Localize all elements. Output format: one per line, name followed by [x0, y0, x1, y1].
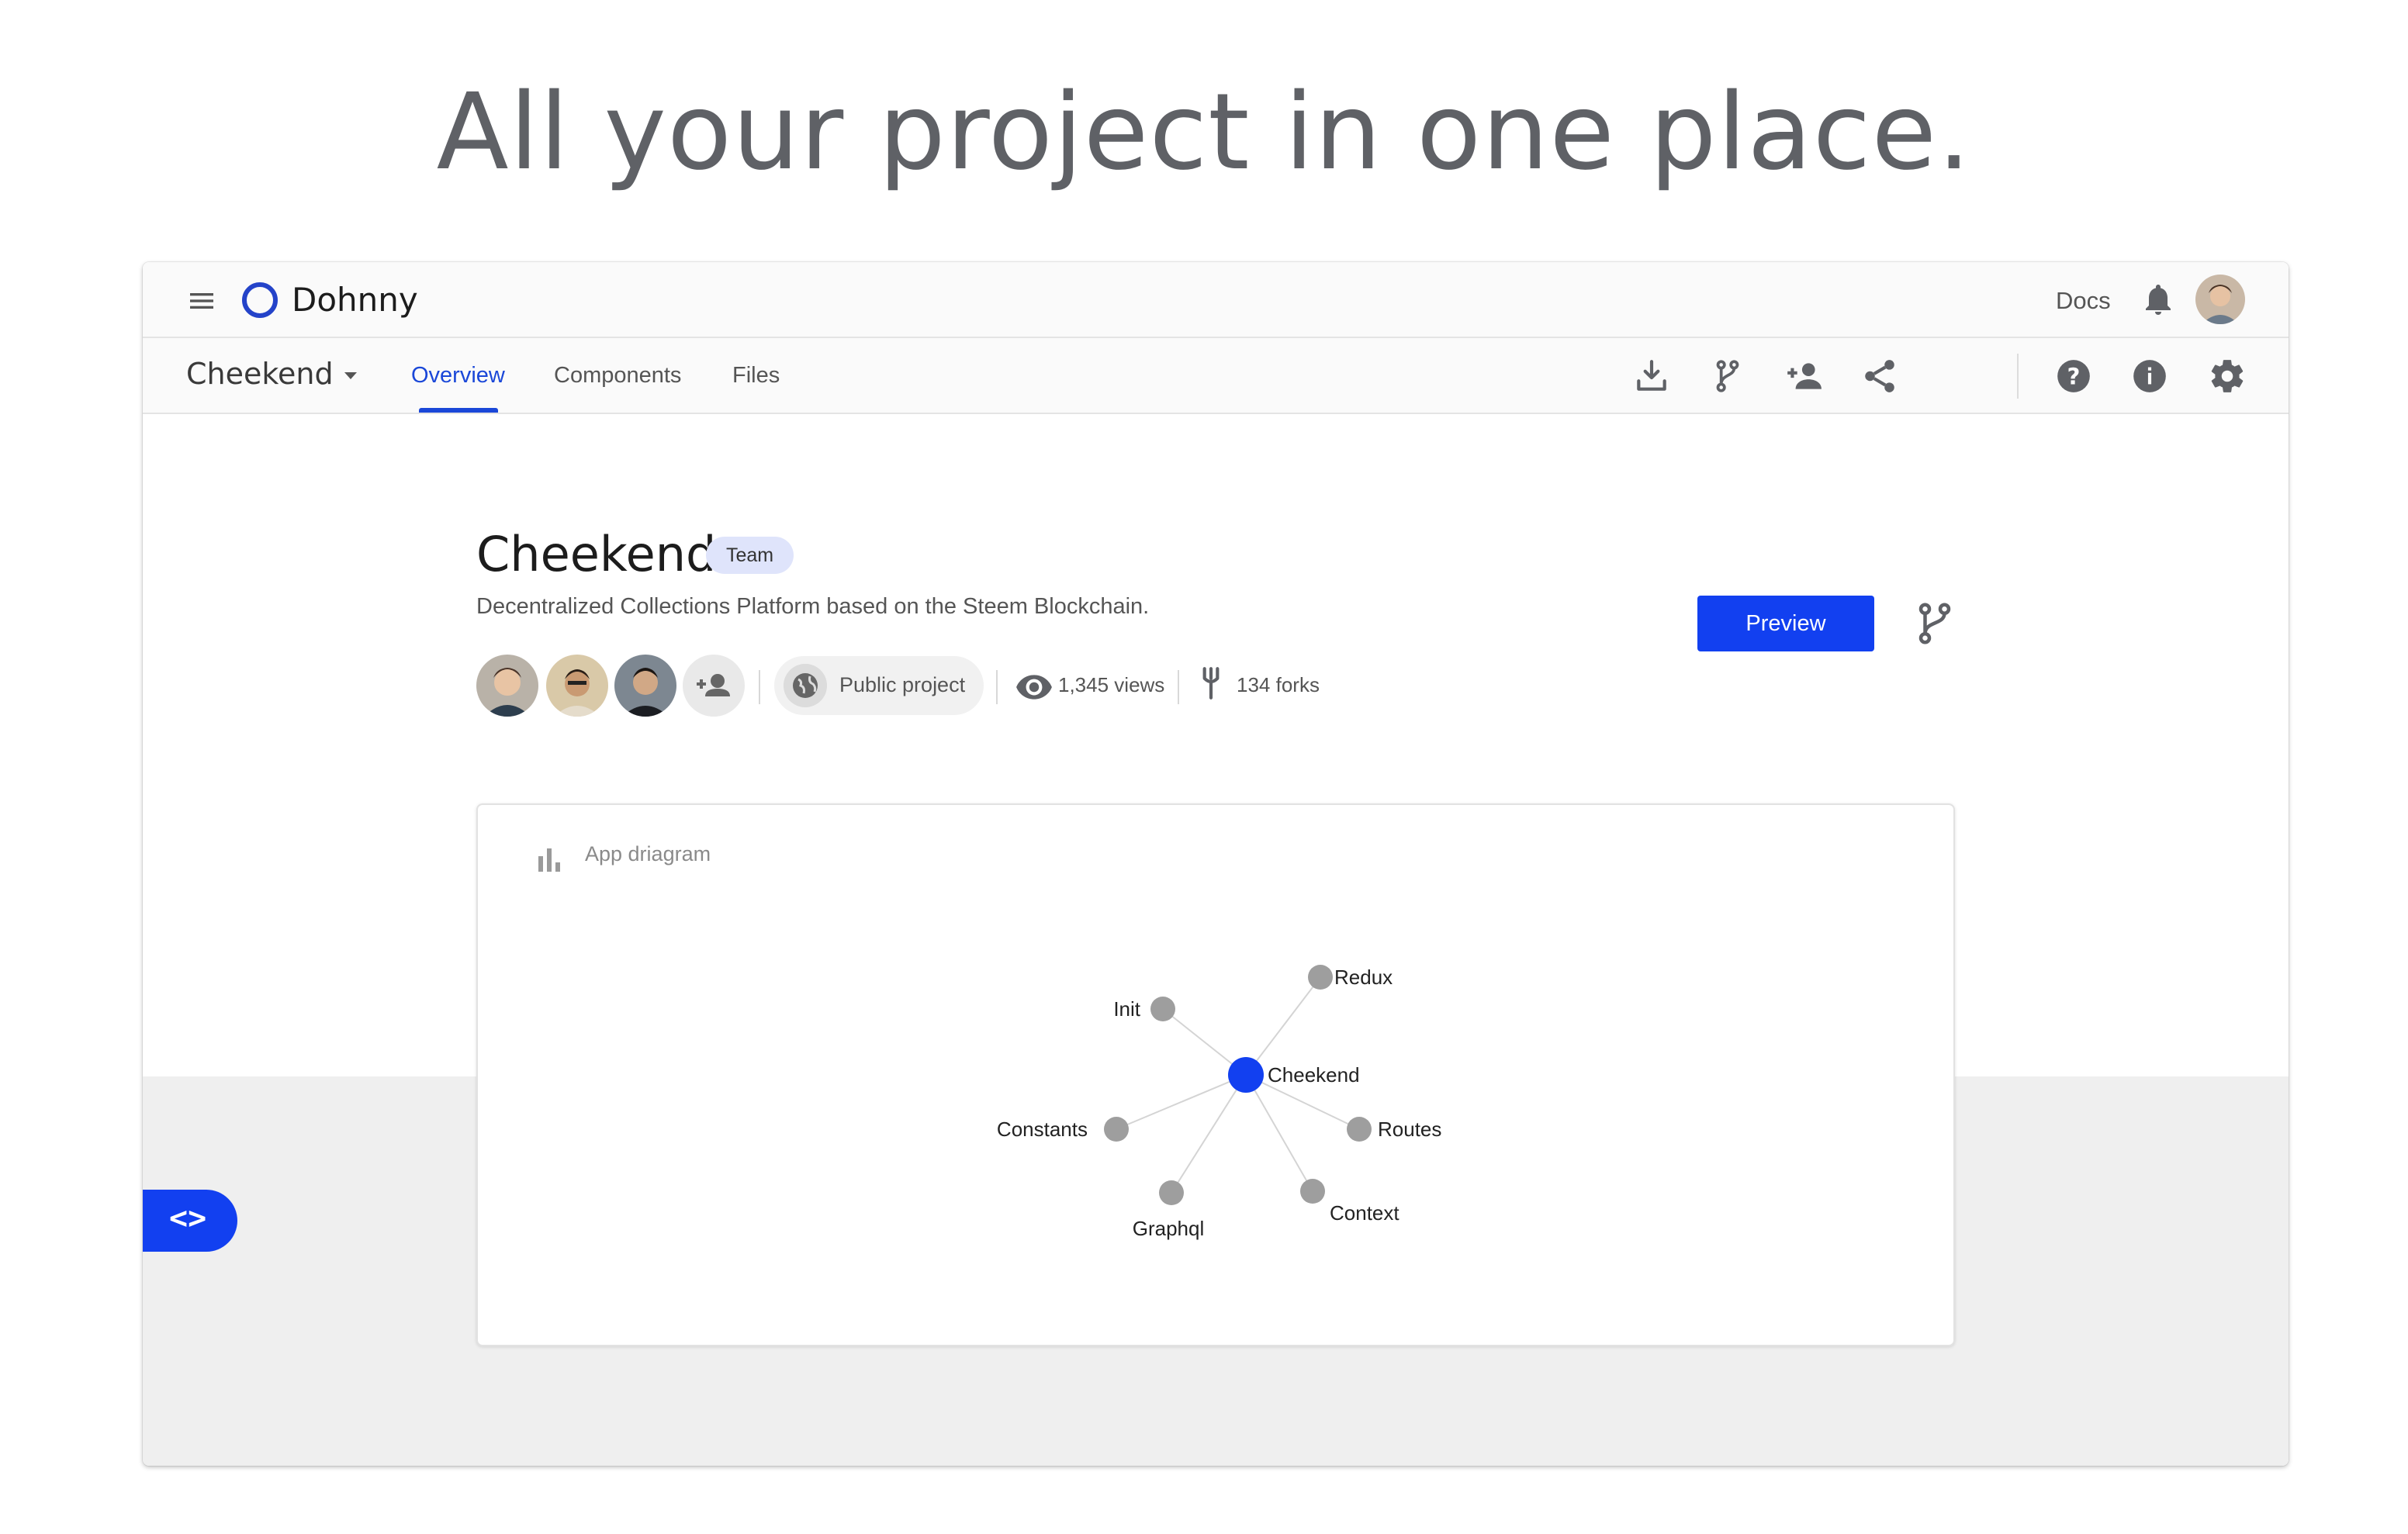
preview-button[interactable]: Preview: [1697, 596, 1874, 651]
graph-edge: [1245, 1074, 1313, 1192]
top-bar: Dohnny Docs: [143, 262, 2289, 338]
member-avatar[interactable]: [546, 655, 608, 717]
member-avatar[interactable]: [476, 655, 538, 717]
branch-icon[interactable]: [1708, 357, 1747, 396]
docs-link[interactable]: Docs: [2056, 287, 2111, 315]
graph-node-graphql[interactable]: [1159, 1180, 1184, 1205]
brand-name: Dohnny: [292, 281, 418, 319]
graph-edge: [1245, 976, 1321, 1076]
info-icon[interactable]: [2130, 357, 2169, 396]
project-switcher-label: Cheekend: [186, 357, 334, 391]
project-switcher[interactable]: Cheekend: [186, 357, 357, 391]
team-badge: Team: [706, 537, 794, 574]
branch-icon[interactable]: [1912, 600, 1958, 647]
forks-count: 134 forks: [1237, 673, 1320, 696]
graph-node-center[interactable]: [1228, 1057, 1264, 1093]
download-icon[interactable]: [1632, 357, 1671, 396]
visibility-chip[interactable]: Public project: [774, 656, 984, 715]
divider: [1178, 670, 1179, 704]
fork-icon: [1202, 667, 1220, 700]
hero-title: All your project in one place.: [436, 71, 1972, 194]
tab-overview[interactable]: Overview: [411, 363, 505, 389]
project-toolbar: Cheekend Overview Components Files ?: [143, 338, 2289, 414]
help-icon[interactable]: ?: [2054, 357, 2093, 396]
toolbar-divider: [2017, 354, 2019, 399]
graph-node-label: Redux: [1334, 966, 1393, 989]
add-person-icon[interactable]: [1784, 357, 1823, 396]
tab-components[interactable]: Components: [554, 363, 681, 389]
graph-node-label: Init: [1113, 997, 1140, 1021]
graph-node-label: Routes: [1378, 1118, 1441, 1141]
code-icon: <>: [169, 1201, 207, 1236]
share-icon[interactable]: [1860, 357, 1899, 396]
bell-icon[interactable]: [2140, 281, 2177, 318]
graph-node-label: Graphql: [1133, 1217, 1205, 1240]
graph-node-constants[interactable]: [1104, 1117, 1129, 1142]
views-count: 1,345 views: [1058, 673, 1165, 696]
add-member-icon[interactable]: [683, 655, 745, 717]
active-tab-indicator: [419, 408, 498, 413]
divider: [759, 670, 760, 704]
graph-node-init[interactable]: [1150, 997, 1175, 1021]
menu-icon[interactable]: [186, 285, 217, 316]
divider: [996, 670, 998, 704]
visibility-label: Public project: [839, 673, 966, 696]
graph-node-label: Constants: [997, 1118, 1088, 1141]
diagram-card: App driagram Redux Init Constants Routes Gra…: [476, 803, 1955, 1346]
graph-edge: [1116, 1074, 1247, 1130]
code-toggle-button[interactable]: <>: [143, 1190, 237, 1252]
app-window: Dohnny Docs Cheekend Overview Components…: [143, 262, 2289, 1466]
app-diagram-graph[interactable]: Redux Init Constants Routes Graphql Context Ch…: [478, 805, 1956, 1348]
caret-down-icon: [344, 371, 357, 379]
graph-node-routes[interactable]: [1347, 1117, 1372, 1142]
graph-node-label: Context: [1330, 1201, 1399, 1225]
graph-node-context[interactable]: [1300, 1179, 1325, 1204]
tab-files[interactable]: Files: [732, 363, 780, 389]
svg-text:?: ?: [2067, 363, 2081, 389]
user-avatar[interactable]: [2195, 275, 2245, 324]
globe-icon: [784, 664, 827, 707]
graph-edge: [1171, 1074, 1247, 1194]
graph-node-label: Cheekend: [1268, 1063, 1360, 1087]
graph-node-redux[interactable]: [1308, 965, 1333, 990]
project-title: Cheekend: [476, 526, 717, 582]
project-description: Decentralized Collections Platform based…: [476, 594, 1150, 619]
settings-icon[interactable]: [2208, 357, 2247, 396]
logo-icon: [242, 282, 278, 318]
member-avatar[interactable]: [614, 655, 676, 717]
eye-icon: [1016, 675, 1052, 700]
